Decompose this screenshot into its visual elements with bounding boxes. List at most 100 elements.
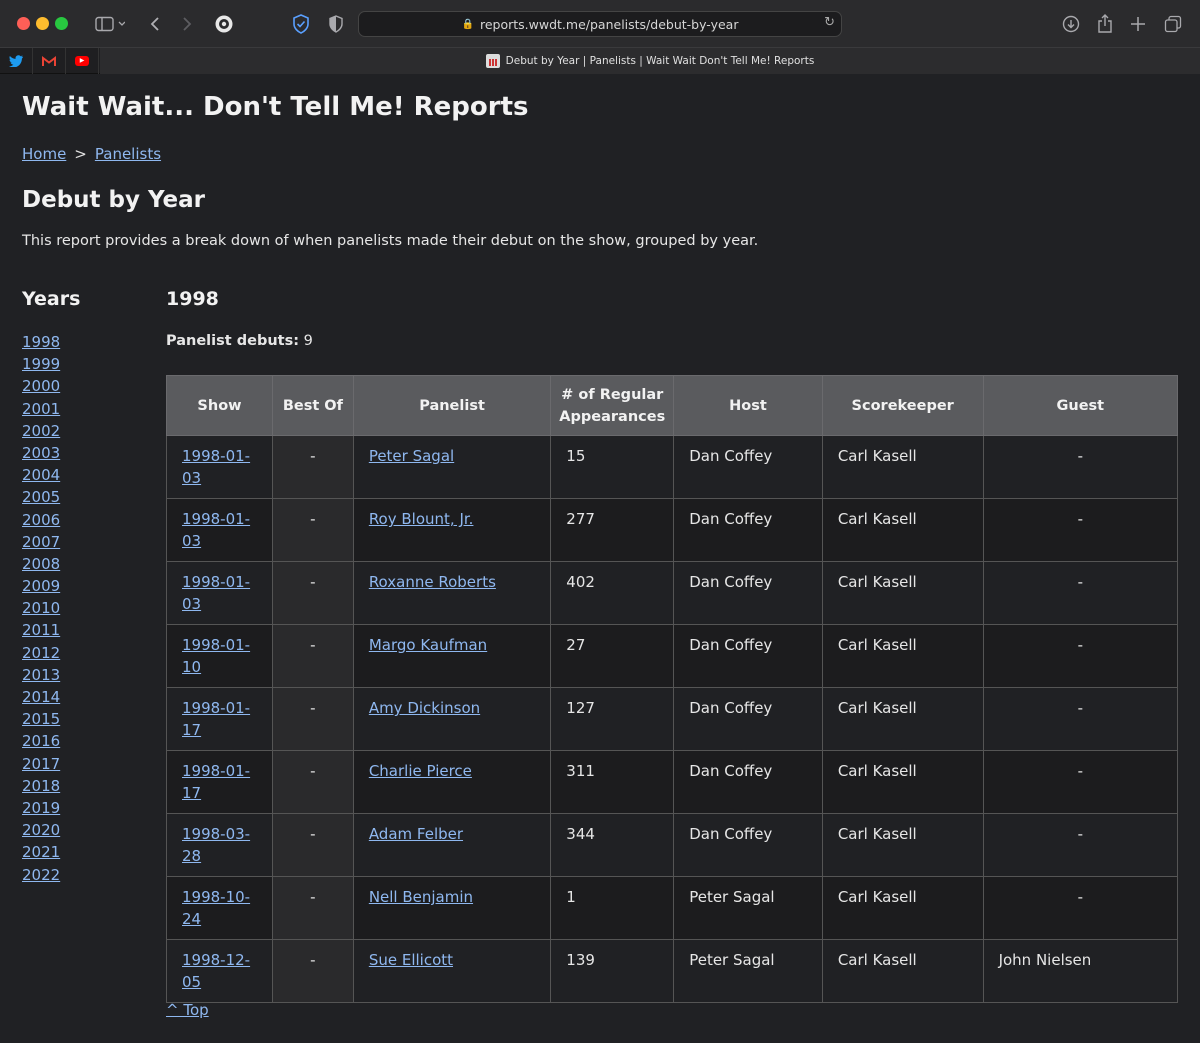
back-arrow-icon[interactable] [146, 12, 164, 36]
host-cell: Dan Coffey [673, 750, 823, 814]
year-link[interactable]: 2017 [22, 755, 60, 773]
guest-cell: - [982, 498, 1179, 562]
panelist-link[interactable]: Sue Ellicott [369, 951, 453, 969]
privacy-shield-icon[interactable] [290, 12, 312, 36]
year-link[interactable]: 2003 [22, 444, 60, 462]
year-link[interactable]: 2001 [22, 400, 60, 418]
host-cell: Dan Coffey [673, 813, 823, 877]
guest-cell: - [982, 876, 1179, 940]
content-blocker-icon[interactable] [326, 12, 346, 36]
year-list-item: 2010 [22, 597, 60, 619]
panelist-link[interactable]: Amy Dickinson [369, 699, 480, 717]
host-cell: Dan Coffey [673, 687, 823, 751]
guest-cell: - [982, 561, 1179, 625]
year-list-item: 2002 [22, 420, 60, 442]
breadcrumb-home-link[interactable]: Home [22, 145, 66, 163]
year-link[interactable]: 2015 [22, 710, 60, 728]
year-link[interactable]: 2007 [22, 533, 60, 551]
year-list-item: 2012 [22, 642, 60, 664]
host-cell: Dan Coffey [673, 561, 823, 625]
debuts-count: 9 [303, 333, 313, 349]
year-link[interactable]: 1999 [22, 355, 60, 373]
year-link[interactable]: 2021 [22, 843, 60, 861]
panelist-link[interactable]: Nell Benjamin [369, 888, 473, 906]
show-date-link[interactable]: 1998-01-03 [182, 445, 254, 489]
host-cell: Peter Sagal [673, 876, 823, 940]
show-date-link[interactable]: 1998-01-03 [182, 508, 254, 552]
show-date-link[interactable]: 1998-01-10 [182, 634, 254, 678]
show-date-link[interactable]: 1998-01-03 [182, 571, 254, 615]
table-row: 1998-10-24- Nell Benjamin 1 Peter Sagal Carl… [166, 876, 1179, 940]
year-link[interactable]: 2022 [22, 866, 60, 884]
show-date-link[interactable]: 1998-01-17 [182, 760, 254, 804]
header-show: Show [166, 375, 273, 436]
minimize-window-button[interactable] [36, 17, 49, 30]
show-date-cell: 1998-01-03 [166, 435, 273, 499]
breadcrumb-separator: > [74, 145, 87, 163]
appearances-cell: 311 [550, 750, 675, 814]
address-bar[interactable]: 🔒 reports.wwdt.me/panelists/debut-by-yea… [358, 11, 842, 37]
header-scorekeeper: Scorekeeper [821, 375, 984, 436]
gmail-icon[interactable] [33, 48, 66, 74]
year-link[interactable]: 2005 [22, 488, 60, 506]
appearances-cell: 402 [550, 561, 675, 625]
year-link[interactable]: 2016 [22, 732, 60, 750]
year-link[interactable]: 2020 [22, 821, 60, 839]
extension-icon[interactable] [212, 12, 236, 36]
year-link[interactable]: 2018 [22, 777, 60, 795]
panelist-link[interactable]: Charlie Pierce [369, 762, 472, 780]
panelist-link[interactable]: Roxanne Roberts [369, 573, 496, 591]
year-list-item: 2021 [22, 841, 60, 863]
show-date-link[interactable]: 1998-01-17 [182, 697, 254, 741]
reload-icon[interactable]: ↻ [824, 15, 835, 30]
panelist-link[interactable]: Adam Felber [369, 825, 463, 843]
year-link[interactable]: 2002 [22, 422, 60, 440]
show-date-link[interactable]: 1998-03-28 [182, 823, 254, 867]
panelist-link[interactable]: Peter Sagal [369, 447, 454, 465]
share-icon[interactable] [1095, 12, 1115, 36]
best-of-cell: - [271, 624, 354, 688]
year-link[interactable]: 2012 [22, 644, 60, 662]
year-link[interactable]: 2008 [22, 555, 60, 573]
year-link[interactable]: 2006 [22, 511, 60, 529]
year-link[interactable]: 2019 [22, 799, 60, 817]
year-link[interactable]: 2009 [22, 577, 60, 595]
year-list-item: 2007 [22, 531, 60, 553]
site-favicon-icon [485, 54, 500, 68]
scorekeeper-cell: Carl Kasell [821, 561, 984, 625]
youtube-icon[interactable]: ▶ [66, 48, 99, 74]
panelist-link[interactable]: Roy Blount, Jr. [369, 510, 474, 528]
twitter-icon[interactable] [0, 48, 33, 74]
zoom-window-button[interactable] [55, 17, 68, 30]
tab-overview-icon[interactable] [1162, 12, 1184, 36]
header-appearances: # of Regular Appearances [550, 375, 675, 436]
year-list-item: 2015 [22, 708, 60, 730]
year-link[interactable]: 2004 [22, 466, 60, 484]
back-to-top-link[interactable]: ^ Top [166, 1001, 209, 1019]
year-link[interactable]: 2013 [22, 666, 60, 684]
year-link[interactable]: 1998 [22, 333, 60, 351]
panelist-cell: Amy Dickinson [352, 687, 552, 751]
close-window-button[interactable] [17, 17, 30, 30]
show-date-link[interactable]: 1998-10-24 [182, 886, 254, 930]
appearances-cell: 344 [550, 813, 675, 877]
show-date-link[interactable]: 1998-12-05 [182, 949, 254, 993]
scorekeeper-cell: Carl Kasell [821, 813, 984, 877]
show-date-cell: 1998-01-17 [166, 687, 273, 751]
scorekeeper-cell: Carl Kasell [821, 939, 984, 1003]
year-link[interactable]: 2000 [22, 377, 60, 395]
panelist-link[interactable]: Margo Kaufman [369, 636, 487, 654]
breadcrumb-panelists-link[interactable]: Panelists [95, 145, 161, 163]
year-link[interactable]: 2014 [22, 688, 60, 706]
panelist-cell: Roy Blount, Jr. [352, 498, 552, 562]
year-link[interactable]: 2010 [22, 599, 60, 617]
year-link[interactable]: 2011 [22, 621, 60, 639]
year-list-item: 2018 [22, 775, 60, 797]
active-tab[interactable]: Debut by Year | Panelists | Wait Wait Do… [100, 48, 1200, 74]
downloads-icon[interactable] [1060, 12, 1082, 36]
new-tab-icon[interactable] [1128, 12, 1148, 36]
forward-arrow-icon[interactable] [178, 12, 196, 36]
guest-cell: John Nielsen [982, 939, 1179, 1003]
table-row: 1998-01-03 - Roxanne Roberts 402 Dan Coffey C… [166, 561, 1179, 625]
sidebar-toggle-icon[interactable] [90, 12, 130, 36]
